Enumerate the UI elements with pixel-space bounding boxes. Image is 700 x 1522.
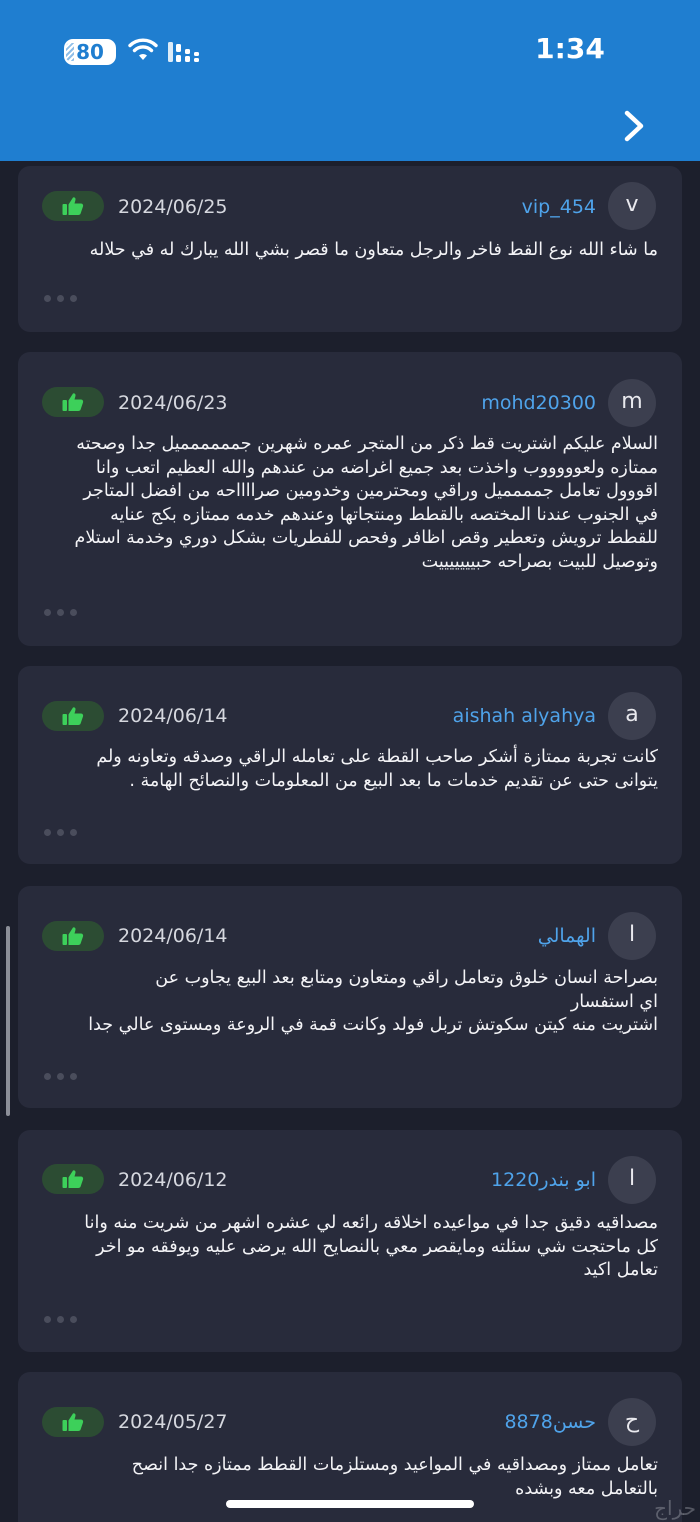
review-username[interactable]: حسن8878 (504, 1410, 596, 1434)
review-date: 2024/06/25 (118, 196, 228, 218)
review-card: v vip_454 2024/06/25 ما شاء الله نوع الق… (18, 166, 682, 332)
wifi-icon (128, 38, 158, 60)
review-username[interactable]: ابو بندر1220 (491, 1168, 596, 1192)
like-button[interactable] (42, 191, 104, 221)
review-card: a aishah alyahya 2024/06/14 كانت تجربة م… (18, 666, 682, 864)
review-card: ا ابو بندر1220 2024/06/12 مصداقيه دقيق ج… (18, 1130, 682, 1352)
more-dots-icon[interactable] (44, 1073, 80, 1081)
review-date: 2024/06/14 (118, 925, 228, 947)
review-username[interactable]: الهمالي (538, 924, 596, 948)
review-date: 2024/05/27 (118, 1411, 228, 1433)
more-dots-icon[interactable] (44, 295, 80, 303)
like-button[interactable] (42, 1164, 104, 1194)
like-button[interactable] (42, 701, 104, 731)
review-text: تعامل ممتاز ومصداقيه في المواعيد ومستلزم… (131, 1455, 658, 1499)
thumbs-up-icon (62, 197, 84, 215)
watermark-logo: حراج (654, 1496, 696, 1520)
review-username[interactable]: mohd20300 (481, 391, 596, 415)
review-date: 2024/06/12 (118, 1169, 228, 1191)
status-bar: 80 1:34 (0, 0, 700, 100)
review-date: 2024/06/14 (118, 705, 228, 727)
thumbs-up-icon (62, 393, 84, 411)
scrollbar[interactable] (6, 926, 10, 1116)
review-text: مصداقيه دقيق جدا في مواعيده اخلاقه رائعه… (84, 1213, 658, 1280)
more-dots-icon[interactable] (44, 609, 80, 617)
like-button[interactable] (42, 387, 104, 417)
avatar: ا (608, 1156, 656, 1204)
status-time: 1:34 (535, 32, 605, 65)
review-text: ما شاء الله نوع القط فاخر والرجل متعاون … (89, 240, 658, 260)
avatar: a (608, 692, 656, 740)
more-dots-icon[interactable] (44, 1316, 80, 1324)
review-username[interactable]: aishah alyahya (453, 704, 596, 728)
review-card: ا الهمالي 2024/06/14 بصراحة انسان خلوق و… (18, 886, 682, 1108)
avatar: v (608, 182, 656, 230)
review-card: m mohd20300 2024/06/23 السلام عليكم اشتر… (18, 352, 682, 646)
avatar: ح (608, 1398, 656, 1446)
chevron-right-icon (624, 110, 644, 142)
thumbs-up-icon (62, 927, 84, 945)
cellular-signal-icon (168, 42, 199, 62)
review-date: 2024/06/23 (118, 392, 228, 414)
home-indicator[interactable] (226, 1500, 474, 1508)
like-button[interactable] (42, 921, 104, 951)
avatar: ا (608, 912, 656, 960)
battery-saver-icon (66, 43, 74, 61)
review-text: بصراحة انسان خلوق وتعامل راقي ومتعاون وم… (88, 968, 658, 1035)
like-button[interactable] (42, 1407, 104, 1437)
avatar: m (608, 379, 656, 427)
review-text: كانت تجربة ممتازة أشكر صاحب القطة على تع… (96, 747, 658, 791)
app-header: 80 1:34 (0, 0, 700, 161)
thumbs-up-icon (62, 1413, 84, 1431)
thumbs-up-icon (62, 707, 84, 725)
back-button[interactable] (614, 104, 654, 148)
review-username[interactable]: vip_454 (522, 195, 596, 219)
thumbs-up-icon (62, 1170, 84, 1188)
review-text: السلام عليكم اشتريت قط ذكر من المتجر عمر… (74, 434, 659, 572)
more-dots-icon[interactable] (44, 829, 80, 837)
